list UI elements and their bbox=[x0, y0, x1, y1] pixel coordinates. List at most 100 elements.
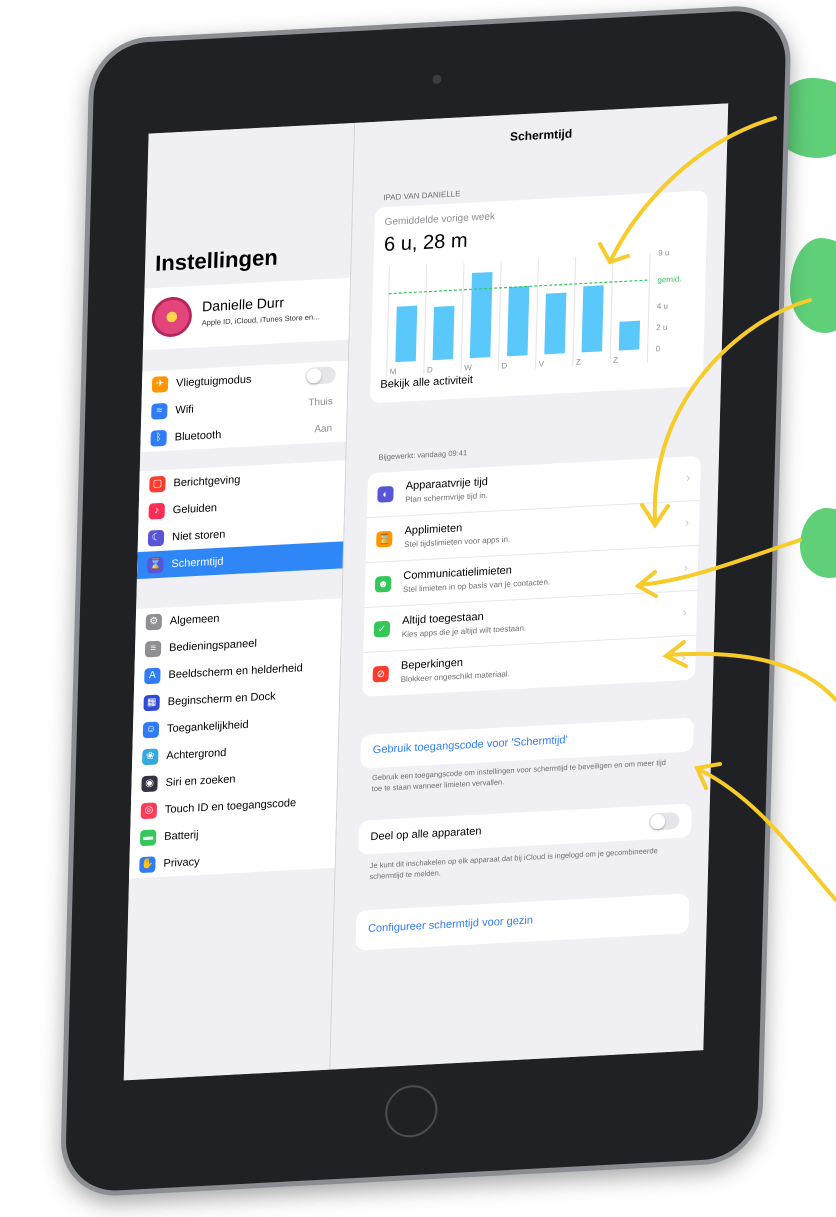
usage-chart: M D W D V Z Z 9 u gemid. 4 u 2 u 0 bbox=[386, 248, 682, 377]
chevron-right-icon: › bbox=[686, 470, 691, 485]
home-button[interactable] bbox=[384, 1083, 439, 1139]
grid-line bbox=[646, 253, 651, 363]
x-tick-label: Z bbox=[576, 357, 581, 366]
wifi-icon: ≈ bbox=[151, 402, 168, 420]
contacts-icon: ☻ bbox=[374, 575, 392, 593]
green-blob bbox=[800, 508, 836, 578]
bluetooth-icon: ᛒ bbox=[150, 429, 167, 447]
share-toggle[interactable] bbox=[649, 812, 680, 831]
airplane-icon: ✈ bbox=[151, 375, 169, 393]
option-title: Beperkingen bbox=[400, 656, 464, 672]
chart-bar bbox=[432, 305, 455, 361]
sidebar-item-label: Toegankelijkheid bbox=[166, 718, 249, 735]
sidebar-group-notifications: ▢ Berichtgeving ♪ Geluiden ☾ Niet storen ⌛ Sche… bbox=[136, 460, 346, 580]
stage: Instellingen Danielle Durr Apple ID, iCl… bbox=[0, 0, 836, 1217]
average-value: 6 u, 28 m bbox=[383, 229, 468, 257]
chart-bar bbox=[507, 285, 530, 357]
option-subtitle: Blokkeer ongeschikt materiaal. bbox=[400, 669, 511, 684]
sidebar-item-label: Siri en zoeken bbox=[165, 772, 236, 789]
grid-line bbox=[497, 260, 502, 371]
x-tick-label: D bbox=[501, 361, 507, 370]
chart-bar bbox=[618, 320, 641, 351]
chevron-right-icon: › bbox=[684, 515, 690, 530]
battery-icon: ▬ bbox=[139, 828, 157, 846]
profile-row[interactable]: Danielle Durr Apple ID, iCloud, iTunes S… bbox=[142, 277, 351, 351]
sidebar-title: Instellingen bbox=[154, 244, 279, 276]
average-label: Gemiddelde vorige week bbox=[384, 211, 496, 229]
grid-line bbox=[386, 266, 390, 377]
grid-line bbox=[423, 264, 428, 375]
chart-bar bbox=[469, 271, 493, 359]
option-title: Altijd toegestaan bbox=[402, 610, 484, 628]
chart-bar bbox=[581, 285, 604, 353]
sidebar-item-label: Batterij bbox=[164, 828, 199, 843]
hand-icon: ✋ bbox=[139, 855, 156, 873]
profile-name: Danielle Durr bbox=[201, 294, 285, 315]
restriction-icon: ⊘ bbox=[372, 665, 389, 683]
sidebar-item-label: Bedieningspaneel bbox=[168, 637, 258, 654]
y-tick-label: 0 bbox=[656, 344, 661, 353]
siri-icon: ◉ bbox=[141, 774, 158, 792]
option-title: Apparaatvrije tijd bbox=[405, 475, 489, 493]
chevron-right-icon: › bbox=[681, 650, 686, 665]
gear-icon: ⚙ bbox=[145, 613, 163, 630]
control-center-icon: ≡ bbox=[144, 640, 162, 657]
sidebar-group-connectivity: ✈ Vliegtuigmodus ≈ Wifi Thuis ᛒ Bluetooth Aan bbox=[140, 360, 348, 453]
downtime-icon: ◐ bbox=[377, 485, 394, 503]
sidebar-item-label: Beginscherm en Dock bbox=[167, 689, 276, 708]
family-link[interactable]: Configureer schermtijd voor gezin bbox=[368, 914, 533, 935]
airplane-mode-toggle[interactable] bbox=[305, 366, 336, 385]
screen-time-pane: Schermtijd IPAD VAN DANIELLE Gemiddelde … bbox=[330, 103, 729, 1070]
usage-card[interactable]: Gemiddelde vorige week 6 u, 28 m M D W D V Z Z… bbox=[369, 190, 708, 404]
option-title: Applimieten bbox=[404, 522, 463, 538]
sidebar-item-label: Vliegtuigmodus bbox=[175, 373, 252, 390]
ipad-frame: Instellingen Danielle Durr Apple ID, iCl… bbox=[59, 3, 792, 1199]
sidebar-item-label: Touch ID en toegangscode bbox=[164, 796, 297, 816]
grid-line bbox=[609, 255, 614, 365]
sidebar-item-label: Geluiden bbox=[172, 501, 218, 516]
fingerprint-icon: ◎ bbox=[140, 801, 158, 819]
display-icon: A bbox=[144, 667, 161, 684]
passcode-link[interactable]: Gebruik toegangscode voor 'Schermtijd' bbox=[373, 734, 568, 756]
wallpaper-icon: ❀ bbox=[142, 747, 159, 765]
nav-title: Schermtijd bbox=[509, 126, 573, 144]
updated-label: Bijgewerkt: vandaag 09:41 bbox=[378, 448, 468, 462]
screen: Instellingen Danielle Durr Apple ID, iCl… bbox=[123, 103, 729, 1081]
accessibility-icon: ☺ bbox=[142, 721, 160, 738]
grid-line bbox=[460, 262, 465, 373]
hourglass-icon: ⌛ bbox=[376, 530, 393, 548]
chevron-right-icon: › bbox=[683, 560, 689, 575]
sidebar-item-value: Thuis bbox=[308, 396, 333, 409]
chevron-right-icon: › bbox=[682, 605, 687, 620]
home-screen-icon: ▦ bbox=[143, 694, 160, 711]
share-label: Deel op alle apparaten bbox=[370, 825, 482, 844]
sidebar-item-label: Bluetooth bbox=[174, 428, 222, 443]
sidebar-item-value: Aan bbox=[314, 423, 333, 436]
y-tick-label: 2 u bbox=[656, 323, 667, 333]
sidebar-item-label: Schermtijd bbox=[171, 555, 224, 570]
chart-bar bbox=[395, 305, 418, 363]
settings-sidebar: Instellingen Danielle Durr Apple ID, iCl… bbox=[123, 122, 356, 1081]
chart-bar bbox=[544, 292, 567, 355]
family-card[interactable]: Configureer schermtijd voor gezin bbox=[355, 893, 690, 951]
sidebar-item-label: Berichtgeving bbox=[173, 473, 241, 489]
screen-time-options: ◐ Apparaatvrije tijd Plan schermvrije tijd… bbox=[362, 455, 701, 697]
x-tick-label: W bbox=[464, 363, 472, 372]
sidebar-group-general: ⚙ Algemeen ≡ Bedieningspaneel A Beeldscherm e… bbox=[129, 598, 342, 879]
sidebar-item-label: Beeldscherm en helderheid bbox=[168, 661, 303, 681]
y-tick-label: 9 u bbox=[658, 248, 669, 258]
hourglass-icon: ⌛ bbox=[147, 556, 164, 574]
notifications-icon: ▢ bbox=[149, 475, 166, 493]
x-tick-label: D bbox=[427, 365, 433, 374]
camera-icon bbox=[432, 74, 442, 84]
x-tick-label: Z bbox=[613, 355, 618, 364]
sidebar-item-label: Niet storen bbox=[171, 528, 226, 543]
moon-icon: ☾ bbox=[147, 529, 165, 547]
grid-line bbox=[535, 258, 539, 369]
sidebar-item-label: Achtergrond bbox=[166, 746, 227, 762]
sounds-icon: ♪ bbox=[148, 502, 165, 520]
x-tick-label: M bbox=[390, 367, 397, 376]
sidebar-item-label: Wifi bbox=[175, 403, 194, 417]
option-subtitle: Plan schermvrije tijd in. bbox=[405, 490, 488, 505]
green-blob bbox=[790, 238, 836, 333]
